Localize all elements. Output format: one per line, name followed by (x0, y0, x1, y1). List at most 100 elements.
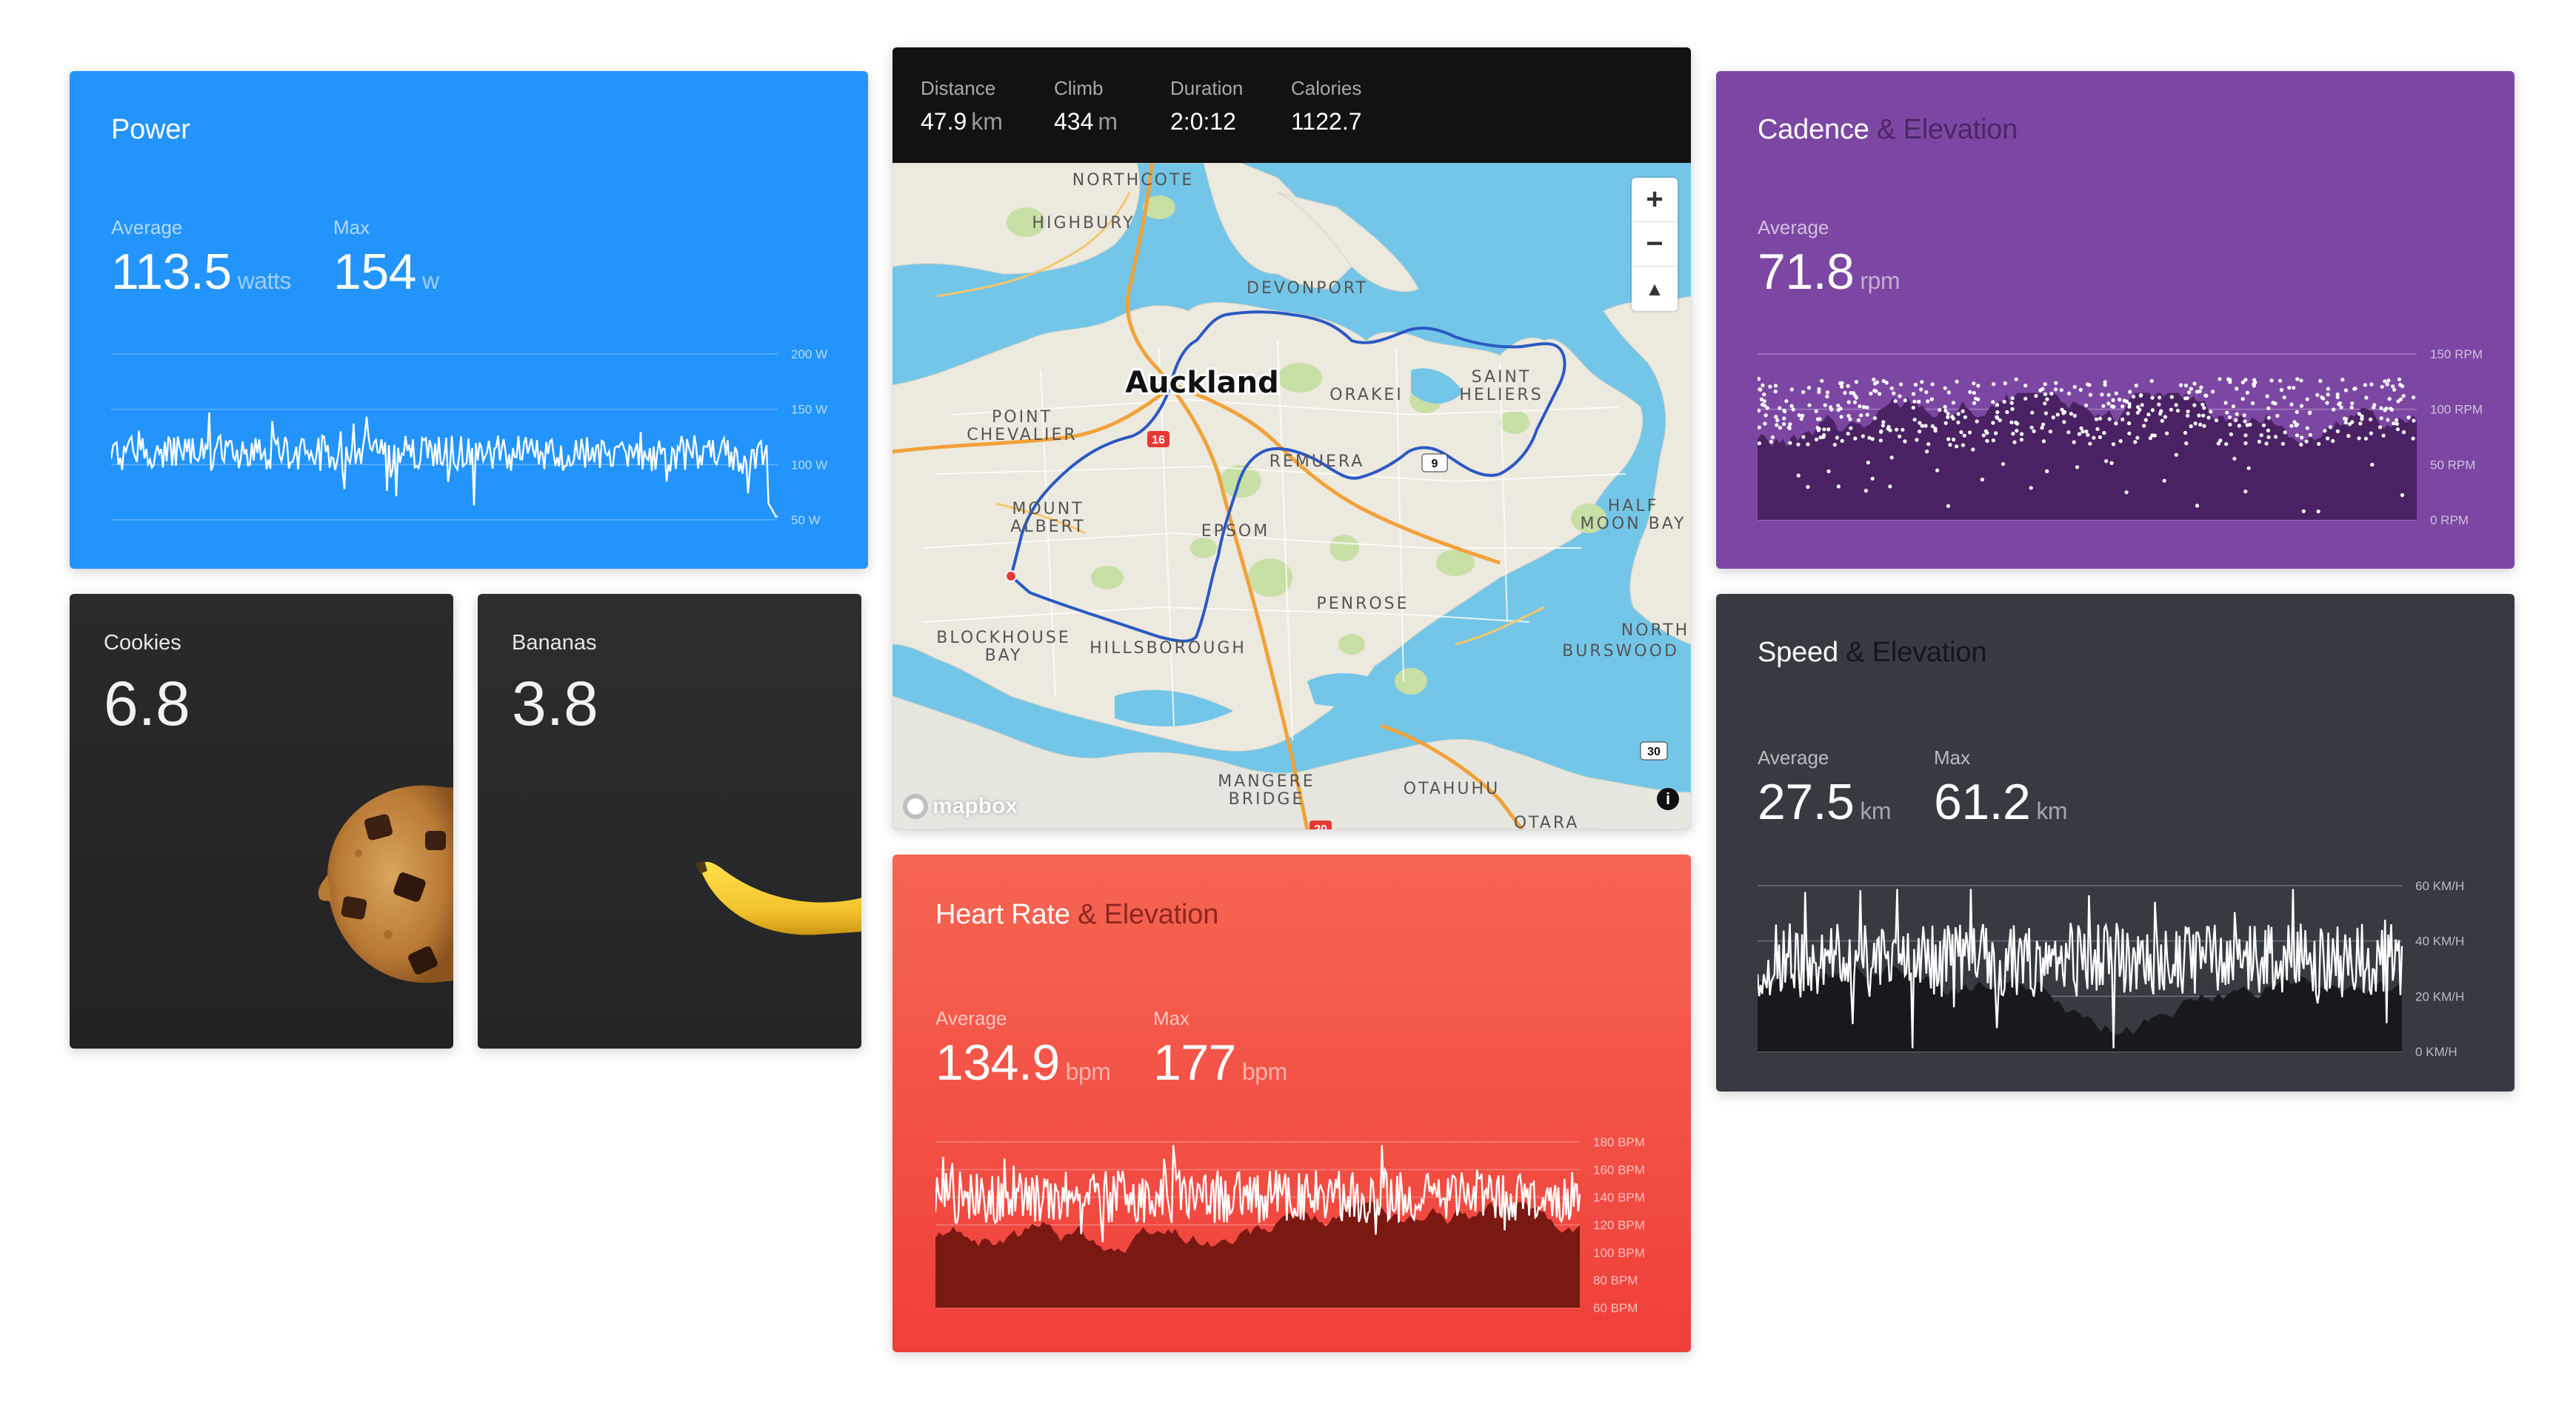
cadence-point (2392, 387, 2397, 392)
info-icon[interactable]: i (1657, 788, 1679, 810)
cadence-point (2369, 417, 2373, 421)
cadence-point (1760, 402, 1765, 407)
zoom-in-button[interactable]: + (1632, 178, 1678, 222)
cadence-point (1898, 394, 1902, 398)
cadence-point (1955, 379, 1959, 384)
cadence-point (2224, 442, 2229, 447)
cadence-point (2243, 489, 2248, 494)
cadence-point (2049, 392, 2054, 396)
cadence-point (2305, 397, 2309, 401)
cadence-point (2380, 384, 2384, 389)
axis-tick-label: 0 KM/H (2415, 1045, 2457, 1059)
cadence-point (2075, 465, 2080, 469)
cadence-point (1822, 432, 1826, 438)
cadence-point (2200, 402, 2205, 407)
cadence-point (1856, 418, 1861, 422)
cadence-point (1943, 421, 1948, 425)
cadence-point (2343, 421, 2348, 425)
cadence-point (1872, 377, 1876, 382)
cookie-image (318, 785, 453, 983)
cadence-point (2157, 402, 2161, 407)
map-tiles: 16 20 30 9 NORTHCOTE HIGHBURY DEVONPORT … (892, 163, 1691, 829)
cadence-chart: 150 RPM 100 RPM 50 RPM 0 RPM (1758, 347, 2483, 527)
cadence-point (2232, 456, 2237, 461)
cadence-point (1801, 413, 1805, 418)
cadence-point (2299, 442, 2303, 447)
cadence-point (2305, 426, 2309, 430)
cadence-point (2340, 378, 2345, 382)
cadence-point (1863, 489, 1868, 493)
cadence-point (2002, 399, 2006, 404)
cadence-point (2295, 433, 2300, 438)
cadence-point (2098, 435, 2102, 439)
cookies-label: Cookies (104, 631, 181, 655)
cadence-point (2228, 380, 2232, 384)
cadence-point (2197, 413, 2201, 418)
ride-map-card: Distance 47.9 km Climb 434 m Duration 2:0:… (892, 47, 1691, 829)
cadence-point (1981, 433, 1986, 438)
cadence-point (1920, 380, 1924, 384)
cadence-point (1976, 384, 1981, 388)
cadence-point (1992, 382, 1996, 387)
cadence-point (2001, 462, 2006, 467)
cadence-point (2231, 404, 2235, 409)
cadence-point (1959, 430, 1963, 435)
cadence-point (1788, 441, 1792, 445)
cadence-point (2398, 382, 2403, 387)
cadence-point (2107, 417, 2112, 421)
cadence-point (2103, 383, 2107, 387)
zoom-out-button[interactable]: − (1632, 222, 1678, 267)
cadence-point (2337, 402, 2341, 407)
cadence-point (2280, 441, 2285, 446)
map-view[interactable]: 16 20 30 9 NORTHCOTE HIGHBURY DEVONPORT … (892, 163, 1691, 829)
cadence-point (2392, 421, 2396, 426)
cadence-point (1758, 425, 1761, 430)
cadence-point (2228, 422, 2232, 427)
cadence-point (2357, 412, 2361, 416)
cadence-point (1963, 415, 1967, 419)
cadence-point (2101, 404, 2106, 408)
compass-icon[interactable]: ▲ (1632, 267, 1678, 311)
cadence-point (1853, 436, 1858, 441)
cadence-point (2122, 398, 2126, 403)
cadence-point (1972, 381, 1976, 386)
trip-stats-bar: Distance 47.9 km Climb 434 m Duration 2:0:… (892, 47, 1691, 163)
cadence-point (1972, 401, 1977, 405)
cadence-point (2179, 383, 2183, 387)
cadence-point (2165, 431, 2169, 435)
cadence-point (2169, 407, 2173, 412)
cadence-point (1867, 435, 1872, 440)
cadence-point (2098, 416, 2103, 421)
heart-rate-title: Heart Rate & Elevation (935, 899, 1219, 930)
cadence-point (2391, 384, 2395, 389)
cadence-point (2081, 430, 2085, 434)
cadence-point (2051, 415, 2055, 420)
cadence-point (1778, 426, 1783, 430)
cadence-point (2192, 381, 2197, 386)
cadence-point (1775, 418, 1780, 423)
cadence-point (2387, 397, 2392, 401)
cadence-point (1846, 400, 1851, 404)
cadence-point (2163, 415, 2167, 419)
cadence-point (2048, 430, 2052, 434)
cadence-point (2218, 438, 2223, 443)
cadence-point (1881, 378, 1886, 384)
place-otara: OTARA (1514, 814, 1580, 829)
place-heliers: HELIERS (1459, 386, 1543, 404)
cadence-point (2015, 429, 2019, 433)
cadence-point (1962, 433, 1966, 438)
cadence-point (2211, 390, 2215, 394)
cadence-point (1861, 434, 1865, 438)
cadence-point (2395, 421, 2399, 426)
cadence-point (1773, 384, 1778, 388)
cadence-card: Cadence & Elevation Average 71.8 rpm 150 … (1716, 71, 2515, 569)
cadence-point (1826, 427, 1831, 432)
cadence-point (2084, 430, 2089, 434)
cadence-point (1823, 403, 1827, 407)
axis-tick-label: 50 W (791, 513, 821, 527)
power-max-value: 154 w (333, 244, 439, 300)
cadence-point (1995, 403, 2000, 407)
mapbox-logo[interactable]: mapbox (903, 794, 1018, 819)
cadence-point (1817, 390, 1821, 395)
cadence-point (1943, 409, 1948, 413)
